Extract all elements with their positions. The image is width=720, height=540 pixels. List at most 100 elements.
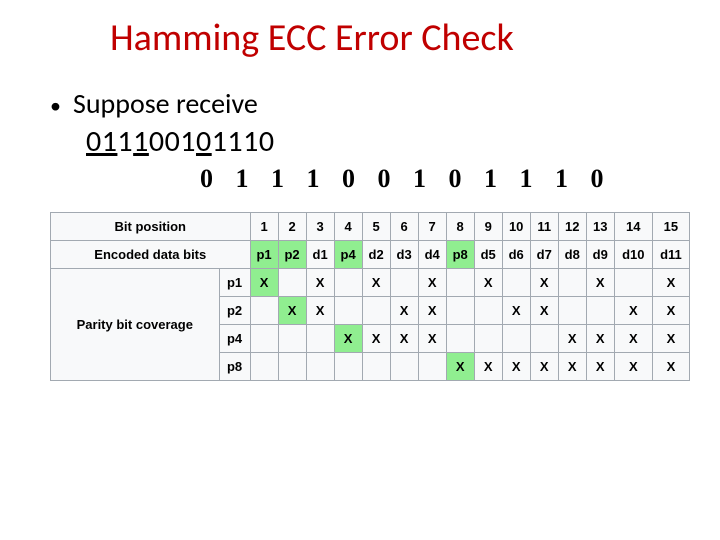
bits-spaced: 0 1 1 1 0 0 1 0 1 1 1 0: [200, 164, 690, 194]
row-label-p4: p4: [219, 325, 250, 353]
pos-cell: 2: [278, 213, 306, 241]
enc-cell: p4: [334, 241, 362, 269]
enc-cell: d8: [558, 241, 586, 269]
cov-cell: X: [278, 297, 306, 325]
table-row: Encoded data bits p1 p2 d1 p4 d2 d3 d4 p…: [51, 241, 690, 269]
enc-cell: d4: [418, 241, 446, 269]
cov-cell: [586, 297, 614, 325]
enc-cell: d11: [652, 241, 689, 269]
cov-cell: [446, 297, 474, 325]
cov-cell: [558, 269, 586, 297]
cov-cell: X: [652, 325, 689, 353]
cov-cell: [250, 325, 278, 353]
cov-cell: X: [652, 269, 689, 297]
cov-cell: [334, 297, 362, 325]
cov-cell: X: [614, 353, 652, 381]
enc-cell: d7: [530, 241, 558, 269]
pos-cell: 12: [558, 213, 586, 241]
cov-cell: [446, 325, 474, 353]
row-label-parity: Parity bit coverage: [51, 269, 220, 381]
pos-cell: 10: [502, 213, 530, 241]
enc-cell: d6: [502, 241, 530, 269]
pos-cell: 4: [334, 213, 362, 241]
cov-cell: X: [362, 269, 390, 297]
cov-cell: [474, 297, 502, 325]
pos-cell: 13: [586, 213, 614, 241]
row-label-p8: p8: [219, 353, 250, 381]
cov-cell: X: [614, 297, 652, 325]
cov-cell: X: [474, 353, 502, 381]
row-label-p1: p1: [219, 269, 250, 297]
cov-cell: X: [502, 297, 530, 325]
cov-cell: [278, 269, 306, 297]
cov-cell: [390, 353, 418, 381]
cov-cell: [334, 353, 362, 381]
cov-cell: X: [306, 269, 334, 297]
enc-cell: d2: [362, 241, 390, 269]
cov-cell: X: [558, 353, 586, 381]
enc-cell: d3: [390, 241, 418, 269]
cov-cell: [306, 325, 334, 353]
cov-cell: X: [558, 325, 586, 353]
cov-cell: X: [250, 269, 278, 297]
slide-title: Hamming ECC Error Check: [110, 15, 690, 61]
pos-cell: 11: [530, 213, 558, 241]
cov-cell: X: [586, 325, 614, 353]
cov-cell: X: [652, 297, 689, 325]
cov-cell: [558, 297, 586, 325]
cov-cell: X: [390, 297, 418, 325]
cov-cell: [362, 297, 390, 325]
pos-cell: 8: [446, 213, 474, 241]
cov-cell: X: [362, 325, 390, 353]
cov-cell: X: [586, 269, 614, 297]
bullet-dot-icon: •: [50, 92, 61, 119]
received-bits: 011100101110: [86, 123, 690, 160]
enc-cell: d9: [586, 241, 614, 269]
cov-cell: [334, 269, 362, 297]
cov-cell: [502, 269, 530, 297]
enc-cell: d5: [474, 241, 502, 269]
pos-cell: 14: [614, 213, 652, 241]
cov-cell: X: [586, 353, 614, 381]
table-row: Bit position 1 2 3 4 5 6 7 8 9 10 11 12 …: [51, 213, 690, 241]
enc-cell: p8: [446, 241, 474, 269]
cov-cell: [502, 325, 530, 353]
pos-cell: 7: [418, 213, 446, 241]
cov-cell: X: [418, 269, 446, 297]
pos-cell: 15: [652, 213, 689, 241]
bullet-text: Suppose receive: [73, 86, 258, 121]
cov-cell: X: [530, 353, 558, 381]
cov-cell: [614, 269, 652, 297]
row-label-bitpos: Bit position: [51, 213, 251, 241]
cov-cell: X: [446, 353, 474, 381]
cov-cell: [362, 353, 390, 381]
bullet-line: • Suppose receive: [50, 86, 690, 121]
cov-cell: X: [390, 325, 418, 353]
cov-cell: [250, 297, 278, 325]
row-label-encoded: Encoded data bits: [51, 241, 251, 269]
cov-cell: [530, 325, 558, 353]
cov-cell: [250, 353, 278, 381]
cov-cell: [306, 353, 334, 381]
pos-cell: 9: [474, 213, 502, 241]
cov-cell: X: [418, 297, 446, 325]
hamming-table: Bit position 1 2 3 4 5 6 7 8 9 10 11 12 …: [50, 212, 690, 381]
cov-cell: [474, 325, 502, 353]
cov-cell: X: [334, 325, 362, 353]
cov-cell: [278, 353, 306, 381]
enc-cell: p1: [250, 241, 278, 269]
cov-cell: [390, 269, 418, 297]
cov-cell: X: [502, 353, 530, 381]
cov-cell: X: [652, 353, 689, 381]
cov-cell: X: [530, 297, 558, 325]
cov-cell: X: [474, 269, 502, 297]
cov-cell: X: [614, 325, 652, 353]
row-label-p2: p2: [219, 297, 250, 325]
cov-cell: X: [418, 325, 446, 353]
pos-cell: 1: [250, 213, 278, 241]
enc-cell: d10: [614, 241, 652, 269]
cov-cell: X: [530, 269, 558, 297]
enc-cell: p2: [278, 241, 306, 269]
cov-cell: X: [306, 297, 334, 325]
cov-cell: [278, 325, 306, 353]
